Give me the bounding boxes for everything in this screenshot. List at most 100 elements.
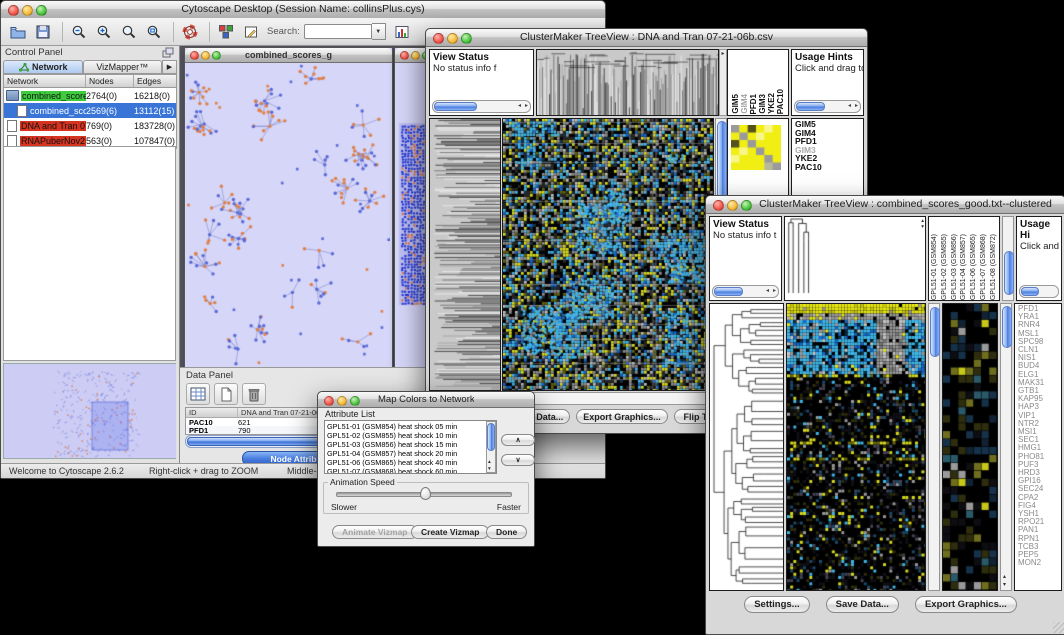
close-icon[interactable] xyxy=(324,396,334,406)
attribute-list-item[interactable]: GPL51-03 (GSM856) heat shock 15 min xyxy=(327,440,496,449)
tab-network[interactable]: Network xyxy=(3,60,83,74)
network-list-row[interactable]: DNA and Tran 07 769(0) 183728(0) xyxy=(4,118,176,133)
delete-attribute-icon[interactable] xyxy=(242,383,266,405)
new-attribute-icon[interactable] xyxy=(214,383,238,405)
zoom-window-icon[interactable] xyxy=(741,200,752,211)
minimize-icon[interactable] xyxy=(447,33,458,44)
minimize-icon[interactable] xyxy=(411,51,420,60)
zoom-window-icon[interactable] xyxy=(36,5,47,16)
chart-panel-icon[interactable] xyxy=(391,21,413,43)
network-view-canvas[interactable] xyxy=(185,63,390,367)
network-overview-canvas[interactable] xyxy=(4,364,176,458)
close-icon[interactable] xyxy=(8,5,19,16)
treeview2-titlebar[interactable]: ClusterMaker TreeView : combined_scores_… xyxy=(706,196,1064,214)
tv1-status-scrollbar[interactable]: ◂▸ xyxy=(432,100,531,113)
tv2-zoom-heatmap[interactable] xyxy=(942,303,998,591)
tv2-zoom-scrollbar[interactable]: ▴▾ xyxy=(1000,303,1012,591)
treeview1-titlebar[interactable]: ClusterMaker TreeView : DNA and Tran 07-… xyxy=(426,29,867,47)
id-column-header[interactable]: ID xyxy=(186,408,238,417)
attribute-list-item[interactable]: GPL51-04 (GSM857) heat shock 20 min xyxy=(327,449,496,458)
vizmapper-icon[interactable] xyxy=(215,21,237,43)
label-scroll-arrows[interactable]: ▴▾ xyxy=(921,218,924,230)
minimize-icon[interactable] xyxy=(337,396,347,406)
minimize-icon[interactable] xyxy=(201,51,210,60)
attribute-list-item[interactable]: GPL51-07 (GSM868) heat shock 60 min xyxy=(327,467,496,474)
network-tree-area[interactable] xyxy=(3,146,176,361)
frame1-titlebar[interactable]: combined_scores_good.txt--cluste... xyxy=(185,48,392,63)
help-lifering-icon[interactable] xyxy=(179,21,201,43)
column-label[interactable]: GIM5 xyxy=(731,94,740,114)
tv2-header-scrollbar[interactable] xyxy=(1002,216,1014,301)
minimize-icon[interactable] xyxy=(727,200,738,211)
tv2-action-button[interactable]: Save Data... xyxy=(826,596,899,613)
column-label[interactable]: GPL51-04 (GSM857) xyxy=(960,234,967,300)
network-list-row[interactable]: combined_scores 2764(0) 16218(0) xyxy=(4,88,176,103)
column-label[interactable]: PAC10 xyxy=(776,89,785,114)
tv1-heatmap[interactable] xyxy=(502,118,714,391)
column-label[interactable]: GPL51-03 (GSM856) xyxy=(951,234,958,300)
column-label[interactable]: GPL51-08 (GSM872) xyxy=(990,234,997,300)
column-label[interactable]: GPL51-07 (GSM868) xyxy=(980,234,987,300)
tv2-heatmap[interactable] xyxy=(786,303,926,591)
zoom-selected-button[interactable] xyxy=(118,21,140,43)
open-file-button[interactable] xyxy=(7,21,29,43)
column-label[interactable]: GPL51-06 (GSM865) xyxy=(970,234,977,300)
col-header-edges[interactable]: Edges xyxy=(134,75,176,87)
save-button[interactable] xyxy=(32,21,54,43)
move-up-button[interactable]: ∧ xyxy=(501,434,535,446)
search-dropdown-icon[interactable]: ▼ xyxy=(372,23,386,40)
done-button[interactable]: Done xyxy=(486,525,527,539)
column-label[interactable]: GPL51-01 (GSM854) xyxy=(931,234,938,300)
tv1-cluster-matrix[interactable] xyxy=(731,125,781,170)
annotation-icon[interactable] xyxy=(240,21,262,43)
attribute-select-icon[interactable] xyxy=(186,383,210,405)
tv1-row-dendrogram[interactable] xyxy=(429,118,501,391)
col-header-network[interactable]: Network xyxy=(4,75,86,87)
zoom-in-button[interactable] xyxy=(93,21,115,43)
tab-vizmapper[interactable]: VizMapper™ xyxy=(83,60,163,74)
close-icon[interactable] xyxy=(433,33,444,44)
tv2-action-button[interactable]: Export Graphics... xyxy=(915,596,1017,613)
tv1-column-dendrogram[interactable] xyxy=(536,49,719,116)
zoom-fit-button[interactable] xyxy=(143,21,165,43)
tv1-hints-scrollbar[interactable]: ◂▸ xyxy=(794,100,861,113)
zoom-window-icon[interactable] xyxy=(212,51,221,60)
main-titlebar[interactable]: Cytoscape Desktop (Session Name: collins… xyxy=(1,1,605,19)
tv2-action-button[interactable]: Settings... xyxy=(744,596,809,613)
close-icon[interactable] xyxy=(190,51,199,60)
attribute-list-item[interactable]: GPL51-01 (GSM854) heat shock 05 min xyxy=(327,422,496,431)
zoom-window-icon[interactable] xyxy=(350,396,360,406)
resize-grip[interactable] xyxy=(1053,622,1064,633)
attribute-list[interactable]: GPL51-01 (GSM854) heat shock 05 minGPL51… xyxy=(324,420,497,474)
attr-column-header[interactable]: DNA and Tran 07-21-06b xyxy=(238,408,328,417)
tv1-splitter[interactable]: ▸ xyxy=(719,49,727,116)
minimize-icon[interactable] xyxy=(22,5,33,16)
column-label[interactable]: YKE2 xyxy=(767,93,776,114)
column-label[interactable]: PFD1 xyxy=(749,94,758,114)
row-label[interactable]: PAC10 xyxy=(795,163,863,172)
tv2-column-dendrogram[interactable]: ▴▾ xyxy=(784,216,926,301)
attribute-list-item[interactable]: GPL51-02 (GSM855) heat shock 10 min xyxy=(327,431,496,440)
move-down-button[interactable]: ∨ xyxy=(501,454,535,466)
column-label[interactable]: GIM3 xyxy=(758,94,767,114)
close-icon[interactable] xyxy=(400,51,409,60)
speed-slider-thumb[interactable] xyxy=(420,487,431,500)
gene-label[interactable]: MON2 xyxy=(1018,559,1061,567)
network-list-row[interactable]: combined_sco 2569(6) 13112(15) xyxy=(4,103,176,118)
tv2-row-dendrogram[interactable] xyxy=(709,303,784,591)
create-vizmap-button[interactable]: Create Vizmap xyxy=(411,525,489,539)
tv1-export-graphics-button[interactable]: Export Graphics... xyxy=(576,409,668,424)
attribute-list-scrollbar[interactable]: ▴▾ xyxy=(486,421,496,473)
column-label[interactable]: GPL51-02 (GSM855) xyxy=(941,234,948,300)
tv2-status-scrollbar[interactable]: ◂▸ xyxy=(712,285,779,298)
column-label[interactable]: GIM4 xyxy=(740,94,749,114)
col-header-nodes[interactable]: Nodes xyxy=(86,75,134,87)
network-overview[interactable] xyxy=(3,363,176,459)
tab-overflow-arrow[interactable]: ▶ xyxy=(162,60,177,74)
zoom-out-button[interactable] xyxy=(68,21,90,43)
float-panel-icon[interactable] xyxy=(162,47,175,58)
attribute-list-item[interactable]: GPL51-06 (GSM865) heat shock 40 min xyxy=(327,458,496,467)
tv2-hints-scrollbar[interactable] xyxy=(1019,285,1059,298)
tv2-heatmap-scrollbar[interactable] xyxy=(928,303,940,591)
dialog-titlebar[interactable]: Map Colors to Network xyxy=(318,392,534,408)
